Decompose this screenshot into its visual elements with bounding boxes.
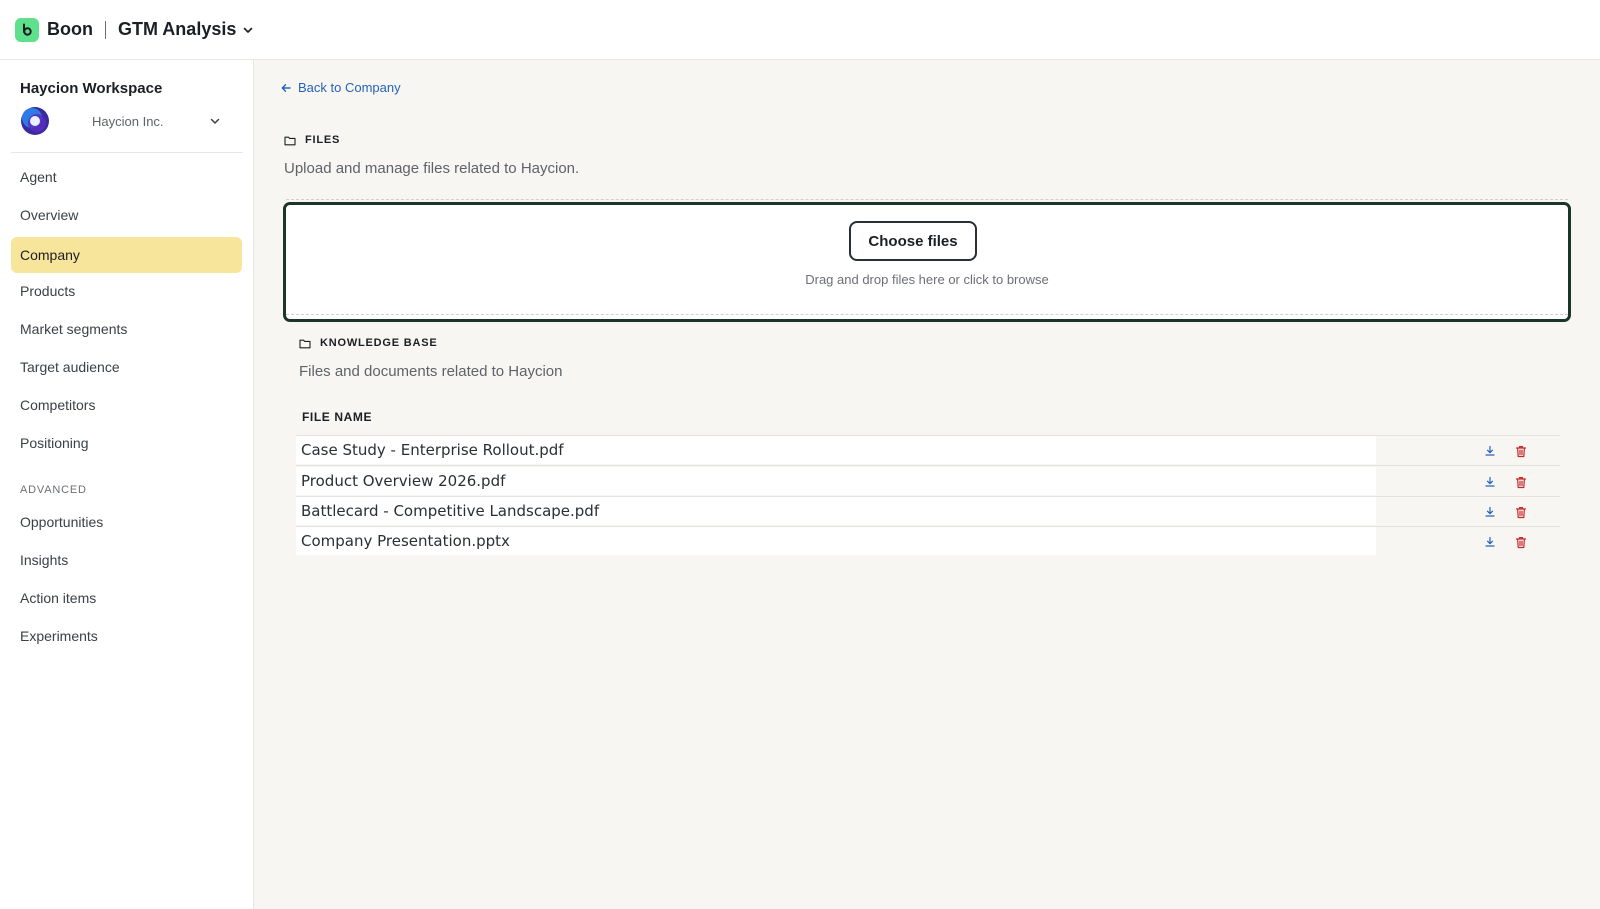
sidebar-item-products[interactable]: Products	[11, 273, 242, 309]
trash-icon[interactable]	[1512, 533, 1530, 551]
file-name[interactable]: Company Presentation.pptx	[296, 527, 1376, 555]
choose-files-button[interactable]: Choose files	[849, 221, 977, 261]
download-icon[interactable]	[1481, 503, 1499, 521]
sidebar-item-company[interactable]: Company	[11, 237, 242, 273]
file-name[interactable]: Battlecard - Competitive Landscape.pdf	[296, 497, 1376, 525]
table-row: Case Study - Enterprise Rollout.pdf	[296, 436, 1560, 466]
brand-name: Boon	[47, 19, 93, 39]
trash-icon[interactable]	[1512, 503, 1530, 521]
knowledge-base-heading: KNOWLEDGE BASE	[299, 337, 438, 349]
file-dropzone[interactable]: Choose files Drag and drop files here or…	[283, 199, 1571, 322]
top-bar: Boon GTM Analysis	[0, 0, 1600, 60]
sidebar-item-market-segments[interactable]: Market segments	[11, 311, 242, 347]
file-name[interactable]: Product Overview 2026.pdf	[296, 467, 1376, 495]
trash-icon[interactable]	[1512, 473, 1530, 491]
knowledge-base-heading-label: KNOWLEDGE BASE	[320, 337, 438, 349]
chevron-down-icon[interactable]	[209, 115, 221, 127]
sidebar-item-target-audience[interactable]: Target audience	[11, 349, 242, 385]
download-icon[interactable]	[1481, 533, 1499, 551]
table-row: Company Presentation.pptx	[296, 527, 1560, 557]
boon-logo-icon[interactable]	[15, 17, 39, 42]
back-link-label: Back to Company	[298, 80, 401, 95]
file-name[interactable]: Case Study - Enterprise Rollout.pdf	[296, 436, 1376, 464]
sidebar-item-opportunities[interactable]: Opportunities	[11, 504, 242, 540]
company-name: Haycion Inc.	[92, 113, 164, 129]
advanced-section-label: ADVANCED	[20, 484, 87, 496]
files-subtitle: Upload and manage files related to Hayci…	[284, 160, 580, 177]
project-name[interactable]: GTM Analysis	[118, 19, 236, 40]
download-icon[interactable]	[1481, 473, 1499, 491]
sidebar-divider	[11, 152, 243, 153]
files-heading-label: FILES	[305, 134, 341, 146]
main-content: Back to Company FILES Upload and manage …	[254, 60, 1600, 909]
download-icon[interactable]	[1481, 442, 1499, 460]
sidebar-item-competitors[interactable]: Competitors	[11, 387, 242, 423]
back-to-company-link[interactable]: Back to Company	[280, 80, 401, 95]
table-row: Product Overview 2026.pdf	[296, 467, 1560, 497]
sidebar-item-action-items[interactable]: Action items	[11, 580, 242, 616]
sidebar-item-insights[interactable]: Insights	[11, 542, 242, 578]
dropzone-border	[286, 199, 1568, 200]
sidebar: Haycion Workspace Haycion Inc. Agent Ove…	[0, 60, 254, 909]
sidebar-item-positioning[interactable]: Positioning	[11, 425, 242, 461]
knowledge-base-subtitle: Files and documents related to Haycion	[299, 363, 563, 380]
files-heading: FILES	[284, 134, 340, 146]
trash-icon[interactable]	[1512, 442, 1530, 460]
folder-icon	[299, 338, 311, 349]
sidebar-item-agent[interactable]: Agent	[11, 159, 242, 195]
arrow-left-icon	[280, 82, 292, 94]
company-avatar	[21, 107, 49, 135]
file-name-column-header[interactable]: FILE NAME	[302, 410, 372, 424]
sidebar-item-experiments[interactable]: Experiments	[11, 618, 242, 654]
dropzone-border	[286, 314, 1568, 315]
workspace-title: Haycion Workspace	[20, 80, 163, 97]
company-switcher[interactable]: Haycion Inc.	[20, 104, 225, 138]
dropzone-hint: Drag and drop files here or click to bro…	[805, 272, 1049, 287]
chevron-down-icon[interactable]	[242, 24, 254, 36]
header-divider	[104, 20, 106, 39]
folder-icon	[284, 135, 296, 146]
sidebar-item-overview[interactable]: Overview	[11, 197, 242, 233]
table-row: Battlecard - Competitive Landscape.pdf	[296, 497, 1560, 527]
